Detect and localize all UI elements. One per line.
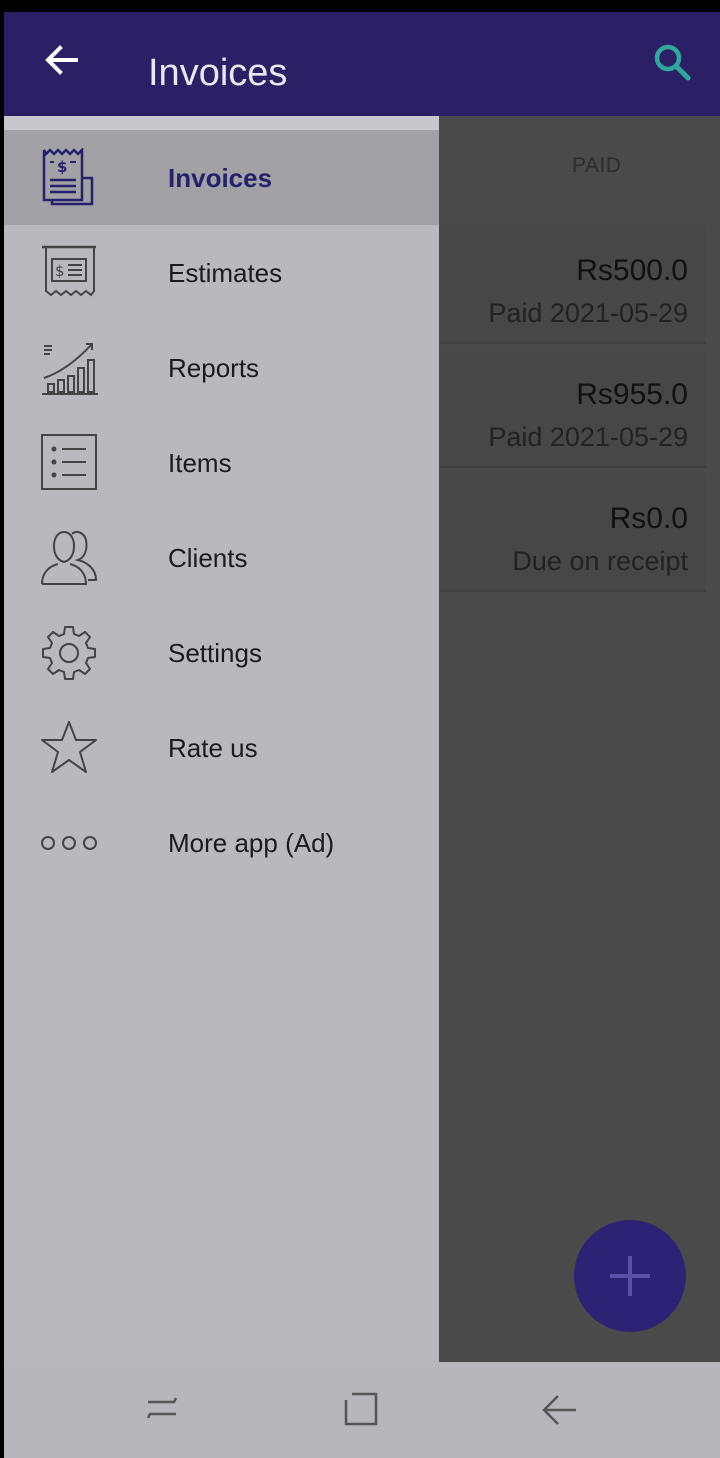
drawer-item-label: Settings	[168, 638, 262, 668]
back-arrow-icon[interactable]	[36, 38, 84, 86]
svg-text:$: $	[55, 262, 65, 280]
home-icon[interactable]	[338, 1390, 382, 1430]
system-nav-bar	[4, 1362, 720, 1458]
gear-icon	[38, 623, 100, 683]
drawer-item-label: Rate us	[168, 733, 258, 763]
drawer-item-settings[interactable]: Settings	[4, 605, 439, 700]
more-dots-icon	[38, 813, 100, 873]
drawer-item-label: Clients	[168, 543, 248, 573]
drawer-item-items[interactable]: Items	[4, 415, 439, 510]
page-title: Invoices	[148, 52, 288, 94]
chart-icon	[38, 338, 100, 398]
invoice-amount: Rs500.0	[576, 254, 688, 287]
navigation-drawer: $ Invoices $ Estimates Reports Items Cli…	[4, 116, 439, 1362]
drawer-item-label: Items	[168, 448, 232, 478]
drawer-item-clients[interactable]: Clients	[4, 510, 439, 605]
drawer-item-label: More app (Ad)	[168, 828, 335, 858]
invoice-card[interactable]: Rs0.0 Due on receipt	[440, 474, 706, 592]
recent-apps-icon[interactable]	[140, 1390, 184, 1430]
drawer-item-invoices[interactable]: $ Invoices	[4, 130, 439, 225]
star-icon	[38, 718, 100, 778]
drawer-item-rate-us[interactable]: Rate us	[4, 700, 439, 795]
invoice-amount: Rs955.0	[576, 378, 688, 411]
add-invoice-button[interactable]	[574, 1220, 686, 1332]
status-bar	[0, 0, 720, 12]
drawer-item-label: Invoices	[168, 163, 273, 193]
list-icon	[38, 433, 100, 493]
svg-text:$: $	[57, 158, 67, 176]
people-icon	[38, 528, 100, 588]
drawer-item-reports[interactable]: Reports	[4, 320, 439, 415]
search-icon[interactable]	[650, 40, 698, 88]
invoice-card[interactable]: Rs500.0 Paid 2021-05-29	[440, 226, 706, 344]
drawer-item-label: Reports	[168, 353, 260, 383]
invoice-card[interactable]: Rs955.0 Paid 2021-05-29	[440, 350, 706, 468]
invoice-amount: Rs0.0	[609, 502, 688, 535]
estimate-icon: $	[38, 243, 100, 303]
drawer-item-label: Estimates	[168, 258, 283, 288]
invoice-status: Due on receipt	[512, 546, 688, 576]
drawer-item-more-app[interactable]: More app (Ad)	[4, 795, 439, 890]
tab-paid[interactable]: PAID	[572, 154, 621, 178]
back-icon[interactable]	[538, 1390, 582, 1430]
invoice-status: Paid 2021-05-29	[488, 298, 688, 328]
drawer-item-estimates[interactable]: $ Estimates	[4, 225, 439, 320]
app-bar: Invoices	[4, 12, 720, 116]
invoice-icon: $	[38, 146, 100, 208]
plus-icon	[610, 1256, 650, 1296]
drawer-top-edge	[4, 116, 439, 130]
invoice-status: Paid 2021-05-29	[488, 422, 688, 452]
